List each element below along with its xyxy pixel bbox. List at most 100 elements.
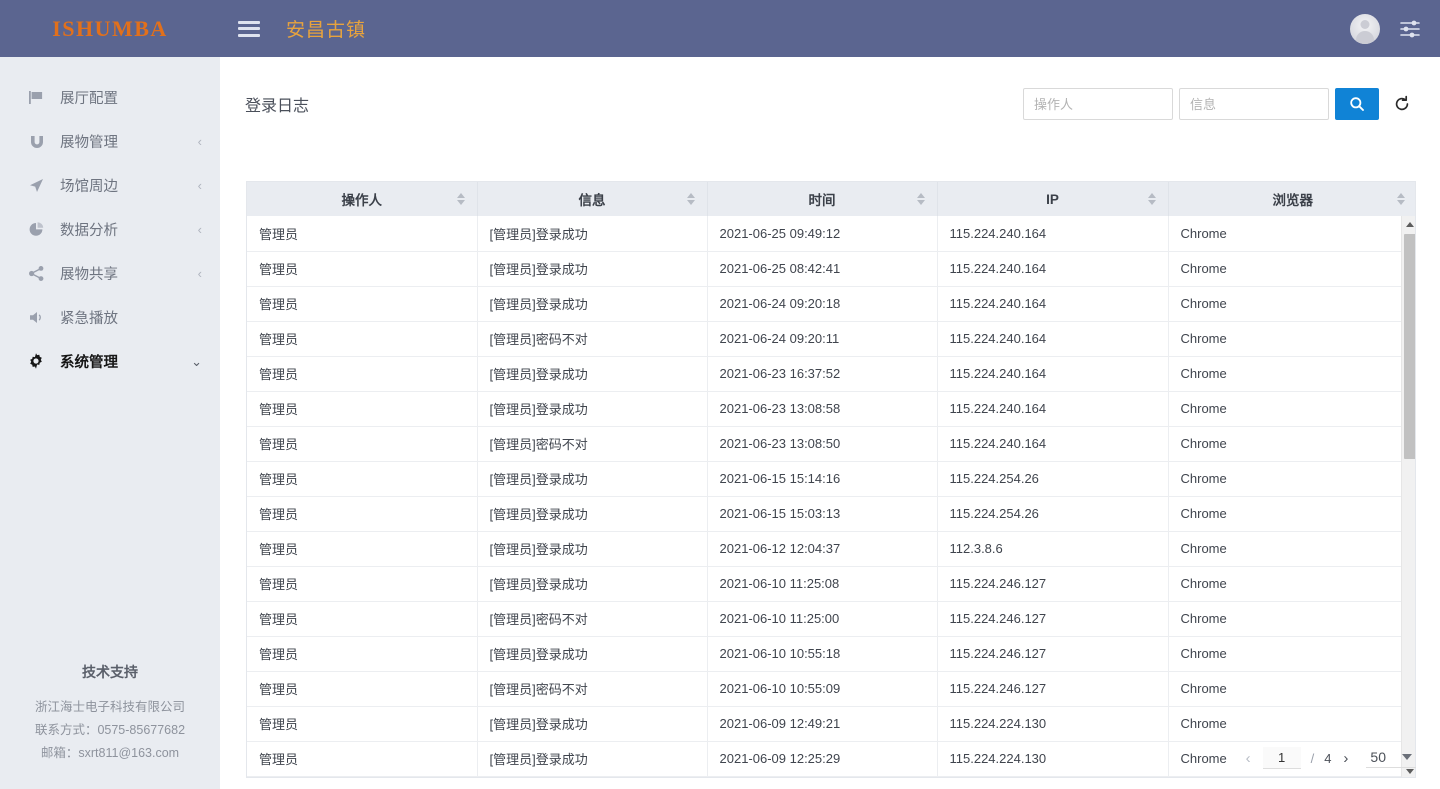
sidebar-item-system-management[interactable]: 系统管理 ⌄ [0,339,220,383]
cell-time: 2021-06-09 12:49:21 [707,706,938,742]
navigation-arrow-icon [26,175,46,195]
info-search-input[interactable] [1179,88,1329,120]
cell-browser: Chrome [1168,216,1402,252]
operator-search-input[interactable] [1023,88,1173,120]
cell-ip: 115.224.246.127 [937,566,1169,602]
table-row[interactable]: 管理员 [管理员]登录成功 2021-06-10 11:25:08 115.224.2… [247,566,1415,602]
table-row[interactable]: 管理员 [管理员]密码不对 2021-06-24 09:20:11 115.224.2… [247,321,1415,357]
log-table: 操作人 信息 时间 IP 浏览器 管理员 [管理员]登录成功 2021-06-2… [246,181,1416,778]
table-row[interactable]: 管理员 [管理员]登录成功 2021-06-09 12:49:21 115.224.2… [247,706,1415,742]
sort-toggle-icon[interactable] [686,193,695,205]
sidebar: 展厅配置 展物管理 ‹ 场馆周边 ‹ 数据分析 ‹ 展物共享 ‹ 紧急播放 系统… [0,57,220,789]
cell-browser: Chrome [1168,496,1402,532]
refresh-button[interactable] [1389,88,1415,120]
table-row[interactable]: 管理员 [管理员]登录成功 2021-06-15 15:14:16 115.224.2… [247,461,1415,497]
table-row[interactable]: 管理员 [管理员]登录成功 2021-06-23 13:08:58 115.224.2… [247,391,1415,427]
cell-info: [管理员]登录成功 [477,216,708,252]
page-size-select[interactable]: 50 [1366,749,1416,768]
sidebar-item-venue-surroundings[interactable]: 场馆周边 ‹ [0,163,220,207]
column-header-info[interactable]: 信息 [477,182,708,216]
cell-time: 2021-06-12 12:04:37 [707,531,938,567]
cell-time: 2021-06-10 10:55:18 [707,636,938,672]
cell-ip: 115.224.240.164 [937,356,1169,392]
chevron-left-icon[interactable]: ‹ [1244,750,1253,767]
table-row[interactable]: 管理员 [管理员]登录成功 2021-06-25 08:42:41 115.224.2… [247,251,1415,287]
hamburger-icon[interactable] [238,20,260,37]
column-header-browser[interactable]: 浏览器 [1168,182,1415,216]
scrollbar-thumb[interactable] [1404,234,1415,459]
sort-toggle-icon[interactable] [1397,193,1405,205]
cell-operator: 管理员 [247,216,478,252]
cell-operator: 管理员 [247,286,478,322]
sliders-settings-icon[interactable] [1398,18,1422,40]
pagination: ‹ / 4 › 50 [1244,747,1416,769]
sidebar-item-exhibit-management[interactable]: 展物管理 ‹ [0,119,220,163]
cell-info [477,776,708,777]
cell-info: [管理员]登录成功 [477,251,708,287]
search-button[interactable] [1335,88,1379,120]
column-header-ip[interactable]: IP [937,182,1169,216]
chevron-right-icon[interactable]: › [1341,750,1350,767]
brand-logo[interactable]: ISHUMBA [0,0,220,57]
sidebar-item-exhibit-sharing[interactable]: 展物共享 ‹ [0,251,220,295]
table-row[interactable]: 管理员 [管理员]密码不对 2021-06-10 10:55:09 115.224.2… [247,671,1415,707]
sidebar-item-data-analysis[interactable]: 数据分析 ‹ [0,207,220,251]
cell-operator: 管理员 [247,601,478,637]
log-table-header: 操作人 信息 时间 IP 浏览器 [247,182,1415,216]
cell-info: [管理员]登录成功 [477,741,708,777]
page-number-input[interactable] [1262,747,1301,769]
table-body-scroll-area[interactable]: 管理员 [管理员]登录成功 2021-06-25 09:49:12 115.224.2… [247,216,1415,777]
cell-browser: Chrome [1168,286,1402,322]
cell-operator: 管理员 [247,391,478,427]
support-company: 浙江海士电子科技有限公司 [34,700,185,714]
cell-operator: 管理员 [247,566,478,602]
cell-browser: Chrome [1168,426,1402,462]
table-row[interactable]: 管理员 [管理员]密码不对 2021-06-23 13:08:50 115.224.2… [247,426,1415,462]
column-label: 操作人 [341,193,383,208]
cell-operator: 管理员 [247,461,478,497]
log-table-body: 管理员 [管理员]登录成功 2021-06-25 09:49:12 115.224.2… [247,216,1415,777]
gear-icon [26,351,46,371]
table-row[interactable]: 管理员 [管理员]登录成功 2021-06-23 16:37:52 115.224.2… [247,356,1415,392]
cell-time: 2021-06-23 13:08:58 [707,391,938,427]
sidebar-item-label: 展物共享 [60,266,118,283]
table-row[interactable]: 管理员 [管理员]登录成功 2021-06-15 15:03:13 115.224.2… [247,496,1415,532]
scroll-up-arrow-icon[interactable] [1402,216,1415,232]
cell-ip: 115.224.246.127 [937,636,1169,672]
support-title: 技术支持 [82,664,138,680]
sidebar-item-label: 系统管理 [60,354,118,371]
table-row[interactable]: 管理员 [管理员]登录成功 2021-06-09 12:25:29 115.224.2… [247,741,1415,777]
table-row[interactable] [247,776,1415,777]
sort-toggle-icon[interactable] [916,193,925,205]
cell-info: [管理员]登录成功 [477,531,708,567]
table-row[interactable]: 管理员 [管理员]登录成功 2021-06-24 09:20:18 115.224.2… [247,286,1415,322]
sort-toggle-icon[interactable] [1147,193,1156,205]
cell-ip: 115.224.224.130 [937,741,1169,777]
top-header: ISHUMBA 安昌古镇 [0,0,1440,57]
table-row[interactable]: 管理员 [管理员]密码不对 2021-06-10 11:25:00 115.224.2… [247,601,1415,637]
page-size-value: 50 [1370,748,1386,765]
column-header-time[interactable]: 时间 [707,182,938,216]
table-row[interactable]: 管理员 [管理员]登录成功 2021-06-10 10:55:18 115.224.2… [247,636,1415,672]
cell-time: 2021-06-10 10:55:09 [707,671,938,707]
table-vertical-scrollbar[interactable] [1401,216,1415,777]
page-separator: / [1310,750,1315,766]
table-row[interactable]: 管理员 [管理员]登录成功 2021-06-12 12:04:37 112.3.8.6… [247,531,1415,567]
cell-browser: Chrome [1168,461,1402,497]
sort-toggle-icon[interactable] [456,193,465,205]
cell-ip: 115.224.246.127 [937,601,1169,637]
cell-operator: 管理员 [247,706,478,742]
table-row[interactable]: 管理员 [管理员]登录成功 2021-06-25 09:49:12 115.224.2… [247,216,1415,252]
cell-ip: 115.224.240.164 [937,286,1169,322]
cell-browser: Chrome [1168,636,1402,672]
sidebar-item-exhibition-config[interactable]: 展厅配置 [0,75,220,119]
support-email: 邮箱：sxrt811@163.com [40,746,180,760]
chevron-icon: ‹ [197,221,202,237]
user-avatar-icon[interactable] [1350,13,1380,44]
sidebar-item-emergency-broadcast[interactable]: 紧急播放 [0,295,220,339]
cell-browser: Chrome [1168,706,1402,742]
column-header-operator[interactable]: 操作人 [247,182,478,216]
cell-ip: 115.224.240.164 [937,251,1169,287]
column-label: 浏览器 [1272,193,1314,208]
cell-info: [管理员]登录成功 [477,636,708,672]
